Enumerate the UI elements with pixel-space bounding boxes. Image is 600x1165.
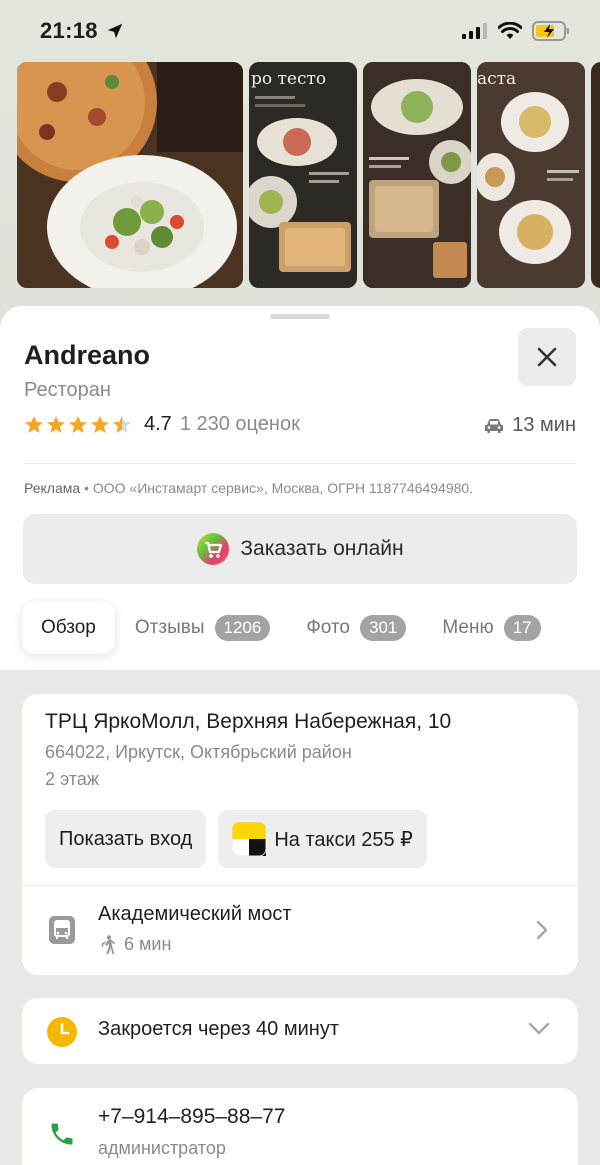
transit-stop-name[interactable]: Академический мост xyxy=(98,903,292,926)
clock-icon xyxy=(47,1017,77,1052)
drive-time[interactable]: 13 мин xyxy=(484,414,576,437)
tab-bar: Обзор Отзывы 1206 Фото 301 Меню 17 xyxy=(22,602,576,654)
star-half-icon xyxy=(113,415,131,433)
photo-menu-dishes-image xyxy=(363,62,471,288)
address-actions: Показать вход На такси 255 ₽ xyxy=(45,810,427,868)
transit-walk: 6 мин xyxy=(100,934,171,955)
tab-badge: 301 xyxy=(359,615,407,641)
tab-reviews[interactable]: Отзывы 1206 xyxy=(134,602,271,654)
place-card-sheet: Andreano Ресторан 4.7 1 230 оценок 13 ми… xyxy=(0,306,600,670)
address-card: ТРЦ ЯркоМолл, Верхняя Набережная, 10 664… xyxy=(22,694,578,975)
address-floor: 2 этаж xyxy=(45,769,99,789)
photo-pizza-salad[interactable] xyxy=(17,62,243,288)
status-bar: 21:18 xyxy=(0,0,600,62)
tab-label: Фото xyxy=(306,617,350,638)
tab-menu[interactable]: Меню 17 xyxy=(442,602,541,654)
car-icon xyxy=(485,418,504,433)
sheet-grabber[interactable] xyxy=(270,314,330,319)
chevron-down-icon[interactable] xyxy=(528,1022,550,1041)
tab-photos[interactable]: Фото 301 xyxy=(306,602,407,654)
order-online-button[interactable]: Заказать онлайн xyxy=(23,514,577,584)
photo-partial[interactable] xyxy=(591,62,600,288)
tab-badge: 1206 xyxy=(214,615,271,641)
tab-overview[interactable]: Обзор xyxy=(22,602,115,654)
instamart-cart-icon xyxy=(197,533,230,565)
photo-menu-pasta-image: ро тесто xyxy=(249,62,357,288)
status-icons xyxy=(462,21,570,41)
status-time: 21:18 xyxy=(40,18,98,43)
photo-carousel[interactable]: ро тесто аста xyxy=(17,62,600,288)
address-main[interactable]: ТРЦ ЯркоМолл, Верхняя Набережная, 10 xyxy=(45,710,451,734)
close-button[interactable] xyxy=(518,328,576,386)
drive-time-value: 13 мин xyxy=(512,414,576,436)
walking-icon xyxy=(101,934,115,954)
hours-card[interactable]: Закроется через 40 минут xyxy=(22,998,578,1064)
rating-value: 4.7 xyxy=(144,413,172,435)
transit-walk-time: 6 мин xyxy=(124,934,172,954)
phone-icon xyxy=(48,1120,76,1153)
photo-menu-pasta[interactable]: ро тесто xyxy=(249,62,357,288)
place-category: Ресторан xyxy=(24,379,111,401)
order-online-label: Заказать онлайн xyxy=(240,537,404,560)
card-divider xyxy=(22,885,578,886)
chevron-right-icon[interactable] xyxy=(536,920,548,945)
ad-text: • ООО «Инстамарт сервис», Москва, ОГРН 1… xyxy=(80,480,474,496)
bus-stop-icon xyxy=(49,916,75,949)
show-entrance-label: Показать вход xyxy=(59,827,193,850)
svg-text:аста: аста xyxy=(477,69,516,89)
tab-badge: 17 xyxy=(503,615,541,641)
ad-disclaimer: Реклама • ООО «Инстамарт сервис», Москва… xyxy=(24,480,473,496)
show-entrance-button[interactable]: Показать вход xyxy=(45,810,207,868)
photo-pizza-salad-image xyxy=(17,62,243,288)
svg-text:ро тесто: ро тесто xyxy=(251,69,326,89)
rating-row[interactable]: 4.7 1 230 оценок xyxy=(24,413,300,436)
rating-count: 1 230 оценок xyxy=(179,413,300,435)
phone-role: администратор xyxy=(98,1138,226,1158)
star-full-icon xyxy=(69,415,87,433)
photo-menu-dishes[interactable] xyxy=(363,62,471,288)
star-full-icon xyxy=(47,415,65,433)
address-city: 664022, Иркутск, Октябрьский район xyxy=(45,742,352,762)
cellular-signal-icon xyxy=(462,23,487,39)
location-arrow-icon xyxy=(107,23,122,39)
tab-label: Отзывы xyxy=(134,617,205,638)
close-icon xyxy=(537,347,557,367)
phone-card[interactable]: +7‒914‒895‒88‒77 администратор xyxy=(22,1088,578,1165)
tab-label: Обзор xyxy=(41,617,96,638)
taxi-label: На такси 255 ₽ xyxy=(274,828,413,851)
rating-stars xyxy=(24,415,132,435)
photo-menu-pasta-2-image: аста xyxy=(477,62,585,288)
phone-number[interactable]: +7‒914‒895‒88‒77 xyxy=(98,1105,285,1129)
tab-label: Меню xyxy=(442,617,494,638)
taxi-button[interactable]: На такси 255 ₽ xyxy=(218,810,427,868)
divider xyxy=(24,463,576,464)
status-time-wrap: 21:18 xyxy=(40,18,124,44)
battery-charging-icon xyxy=(532,21,569,41)
ad-label: Реклама xyxy=(24,480,81,496)
wifi-icon xyxy=(498,22,522,39)
yandex-taxi-icon xyxy=(232,822,267,856)
hours-status: Закроется через 40 минут xyxy=(98,1018,339,1040)
place-title: Andreano xyxy=(24,340,151,370)
star-full-icon xyxy=(91,415,109,433)
photo-menu-pasta-2[interactable]: аста xyxy=(477,62,585,288)
star-full-icon xyxy=(25,415,43,433)
